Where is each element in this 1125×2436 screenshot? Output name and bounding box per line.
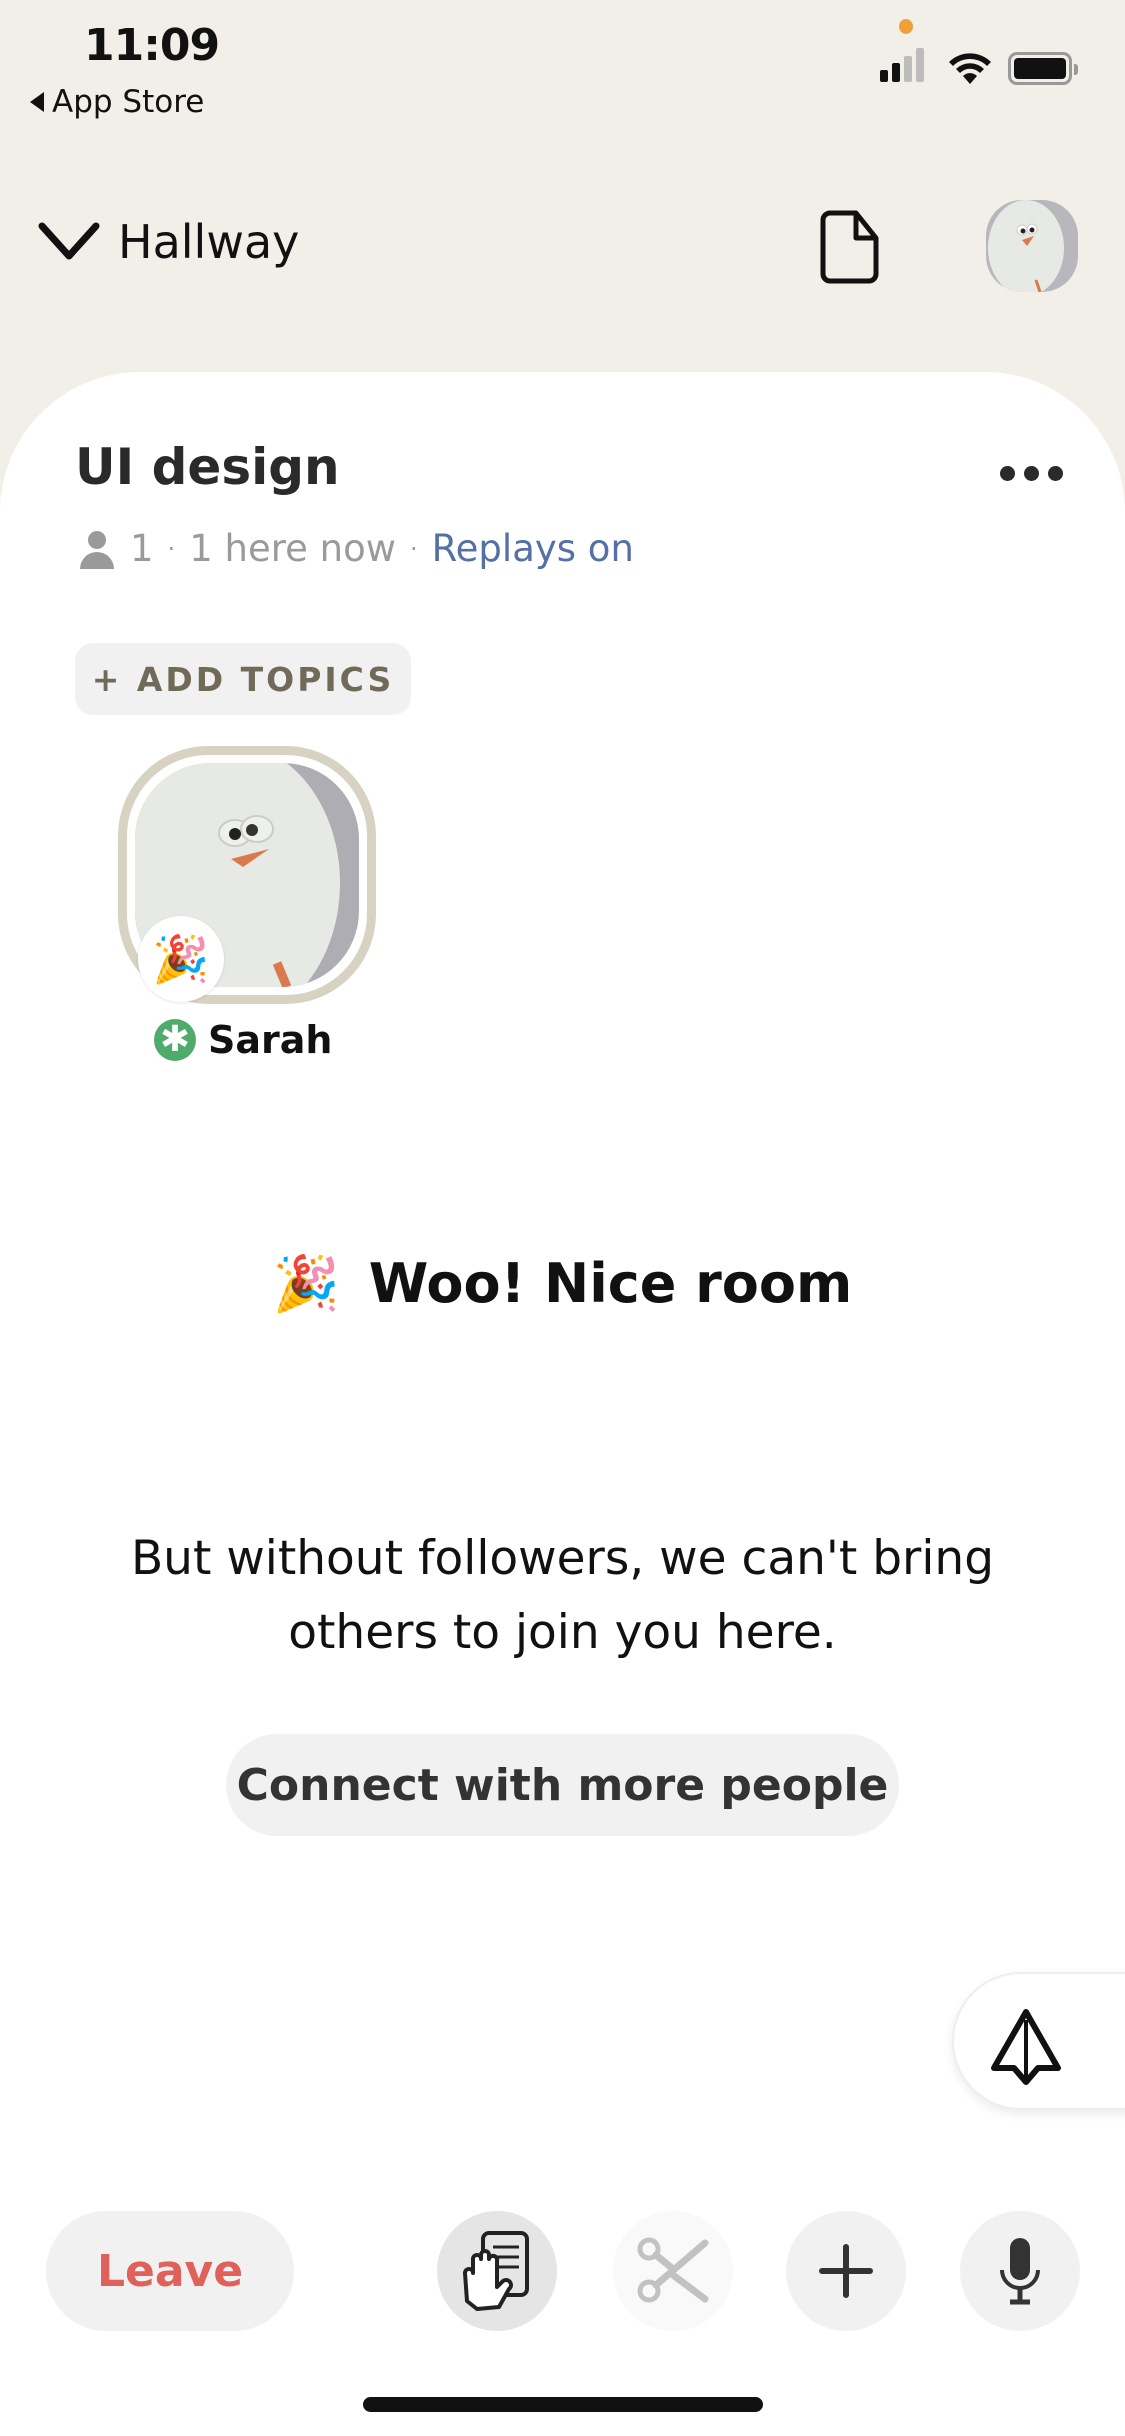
empty-state-title: Woo! Nice room [368, 1252, 853, 1315]
home-indicator[interactable] [363, 2397, 763, 2412]
leave-button[interactable]: Leave [46, 2211, 294, 2331]
empty-state-message: But without followers, we can't bring ot… [0, 1522, 1125, 1670]
microphone-button[interactable] [960, 2211, 1080, 2331]
speaker-name-row: ✱ Sarah [154, 1018, 332, 1062]
profile-avatar[interactable] [986, 200, 1078, 292]
party-popper-badge: 🎉 [138, 916, 224, 1002]
speaker-tile[interactable]: 🎉 ✱ Sarah [118, 746, 378, 1062]
connect-with-more-people-button[interactable]: Connect with more people [226, 1734, 899, 1836]
status-time: 11:09 [84, 20, 220, 71]
separator-dot: · [167, 534, 176, 563]
add-button[interactable] [786, 2211, 906, 2331]
wifi-icon [949, 53, 991, 84]
room-title: UI design [75, 438, 340, 496]
moderator-badge-icon: ✱ [154, 1019, 196, 1061]
add-topics-button[interactable]: + ADD TOPICS [75, 643, 411, 715]
back-label: App Store [52, 84, 205, 120]
empty-state-title-row: 🎉 Woo! Nice room [0, 1252, 1125, 1316]
back-to-app-store[interactable]: App Store [30, 84, 204, 120]
speaker-name: Sarah [208, 1018, 333, 1062]
clip-button[interactable] [613, 2211, 733, 2331]
person-icon [80, 530, 114, 569]
share-room-button[interactable] [952, 1972, 1125, 2110]
empty-state-message-text: But without followers, we can't bring ot… [130, 1531, 995, 1660]
privacy-indicator-dot [899, 19, 913, 34]
replays-status-link[interactable]: Replays on [432, 527, 634, 570]
hallway-button[interactable]: Hallway [38, 215, 299, 269]
more-options-icon[interactable] [1000, 466, 1063, 481]
hallway-label: Hallway [118, 215, 300, 269]
room-card: UI design 1 · 1 here now · Replays on + … [0, 372, 1125, 2436]
chevron-down-icon [38, 222, 100, 260]
paper-plane-icon [991, 2009, 1061, 2085]
microphone-icon [1000, 2238, 1040, 2305]
raise-hand-button[interactable] [437, 2211, 557, 2331]
separator-dot: · [409, 534, 418, 563]
room-meta: 1 · 1 here now · Replays on [78, 527, 634, 570]
raise-hand-icon [463, 2231, 529, 2311]
plus-icon [819, 2244, 873, 2298]
scissors-icon [637, 2237, 709, 2303]
back-triangle-icon [30, 92, 44, 112]
here-now-count: 1 here now [189, 527, 396, 570]
battery-icon [1008, 52, 1078, 85]
member-count: 1 [130, 527, 154, 570]
cellular-signal-icon [880, 48, 924, 82]
egg-bird-avatar-image [986, 200, 1078, 292]
party-popper-icon: 🎉 [272, 1252, 340, 1315]
document-icon[interactable] [820, 210, 880, 284]
